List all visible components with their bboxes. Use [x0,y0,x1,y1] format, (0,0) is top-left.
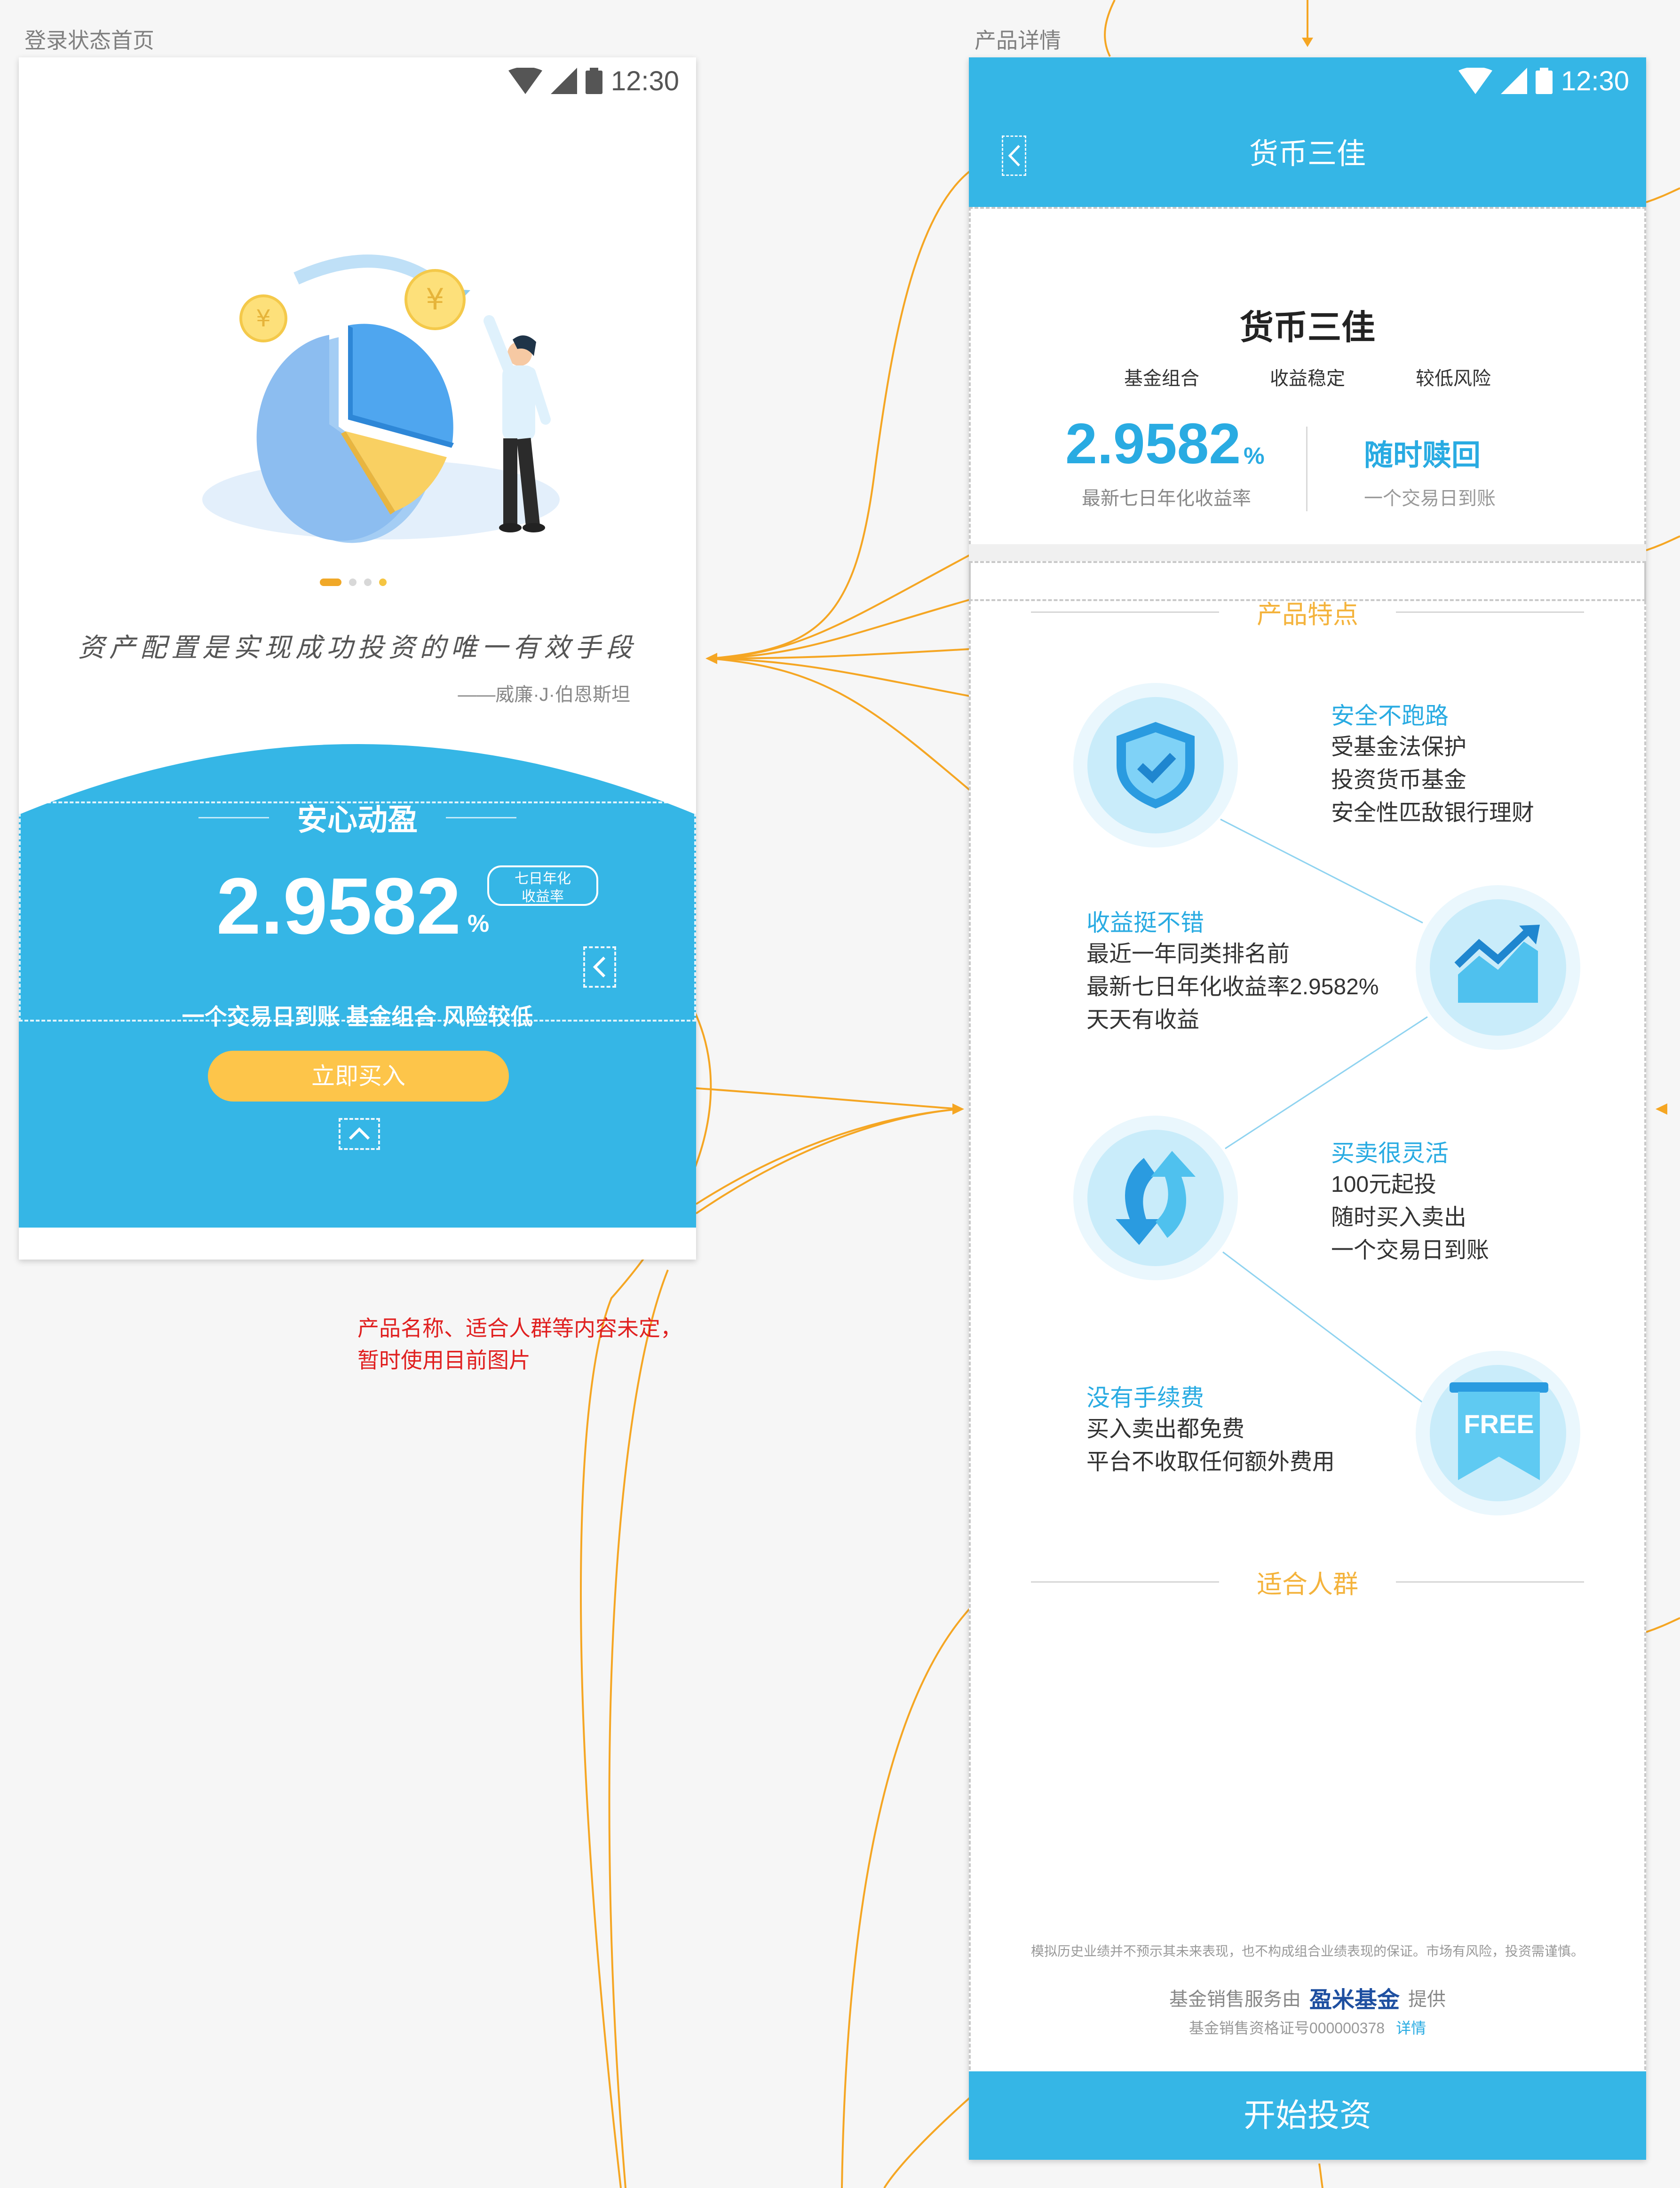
product-title-row: 安心动盈 [19,796,696,839]
free-badge-icon: FREE [1450,1382,1548,1480]
wifi-icon [508,68,542,94]
feature-line: 投资货币基金 [1331,768,1467,793]
home-screen: 12:30 ¥ ¥ 资产配置是实现成功投资的唯一有效手段 ——威廉·J·伯恩斯坦 [19,57,696,1260]
signal-icon [550,68,577,94]
feature-title: 没有手续费 [1086,1385,1204,1411]
provider-logo: 盈米基金 [1309,1988,1400,2013]
provider-line: 基金销售服务由 盈米基金 提供 [969,1981,1646,2014]
status-bar: 12:30 [19,57,696,104]
design-note: 产品名称、适合人群等内容未定， 暂时使用目前图片 [357,1312,682,1376]
feature-title: 安全不跑路 [1331,703,1449,729]
feature-returns: 收益挺不错 最近一年同类排名前 最新七日年化收益率2.9582% 天天有收益 [1086,904,1379,1037]
feature-line: 安全性匹敌银行理财 [1331,801,1535,825]
rate-unit: % [467,910,490,937]
rate-tag-line2: 收益率 [522,889,564,904]
feature-line: 最近一年同类排名前 [1086,942,1290,967]
pager-dot[interactable] [379,579,387,586]
rate-value: 2.9582 [216,862,461,951]
feature-title: 收益挺不错 [1086,910,1204,936]
feature-line: 受基金法保护 [1331,735,1467,760]
quote-author: ——威廉·J·伯恩斯坦 [458,684,630,705]
collapse-chevron-left-icon[interactable] [583,946,616,988]
expand-chevron-up-icon[interactable] [339,1118,380,1150]
license-line: 基金销售资格证号000000378 详情 [969,2016,1646,2038]
refresh-arrows-icon [1116,1151,1196,1245]
feature-line: 平台不收取任何额外费用 [1086,1450,1335,1475]
shield-check-icon [1117,722,1195,809]
feature-line: 一个交易日到账 [1331,1238,1490,1263]
license-text: 基金销售资格证号000000378 [1189,2020,1385,2037]
feature-line: 最新七日年化收益率2.9582% [1086,975,1379,999]
carousel-pager [320,579,387,586]
design-note-line2: 暂时使用目前图片 [357,1348,531,1372]
feature-line: 100元起投 [1331,1172,1437,1197]
product-tags-line: 一个交易日到账 基金组合 风险较低 [182,1005,533,1030]
battery-icon [585,68,602,94]
svg-text:¥: ¥ [256,305,271,332]
pager-dot[interactable] [364,579,372,586]
svg-text:¥: ¥ [426,282,444,317]
design-note-line1: 产品名称、适合人群等内容未定， [357,1316,682,1340]
product-title: 安心动盈 [297,803,418,837]
feature-safety: 安全不跑路 受基金法保护 投资货币基金 安全性匹敌银行理财 [1331,697,1534,830]
carousel-quote: 资产配置是实现成功投资的唯一有效手段 [78,633,637,663]
asset-allocation-illustration: ¥ ¥ [202,254,560,543]
feature-no-fee: 没有手续费 买入卖出都免费 平台不收取任何额外费用 [1086,1379,1335,1479]
rate-display: 2.9582 % [216,866,489,946]
free-badge-text: FREE [1464,1409,1534,1439]
buy-now-button[interactable]: 立即买入 [208,1051,509,1102]
feature-connector-lines [1220,818,1428,1403]
pager-dot[interactable] [349,579,357,586]
rate-tag-bubble: 七日年化 收益率 [487,865,598,906]
risk-disclaimer: 模拟历史业绩并不预示其未来表现，也不构成组合业绩表现的保证。市场有风险，投资需谨… [1030,1944,1584,1958]
product-detail-screen: 12:30 货币三佳 货币三佳 基金组合 收益稳定 较低风险 2.9582 % … [969,57,1646,2160]
feature-line: 随时买入卖出 [1331,1205,1467,1230]
status-time: 12:30 [610,65,679,96]
feature-flexible: 买卖很灵活 100元起投 随时买入卖出 一个交易日到账 [1331,1134,1489,1267]
section-audience-title: 适合人群 [1257,1570,1358,1599]
feature-line: 天天有收益 [1086,1007,1200,1032]
start-investing-button[interactable]: 开始投资 [969,2071,1646,2160]
section-audience-header: 适合人群 [969,1563,1646,1601]
feature-title: 买卖很灵活 [1331,1140,1449,1166]
provider-suffix: 提供 [1408,1989,1446,2010]
provider-prefix: 基金销售服务由 [1169,1989,1301,2010]
pager-dot-active[interactable] [320,579,341,586]
license-detail-link[interactable]: 详情 [1396,2016,1426,2038]
feature-line: 买入卖出都免费 [1086,1417,1245,1442]
trend-chart-icon [1454,925,1540,1003]
rate-tag-line1: 七日年化 [515,871,571,887]
